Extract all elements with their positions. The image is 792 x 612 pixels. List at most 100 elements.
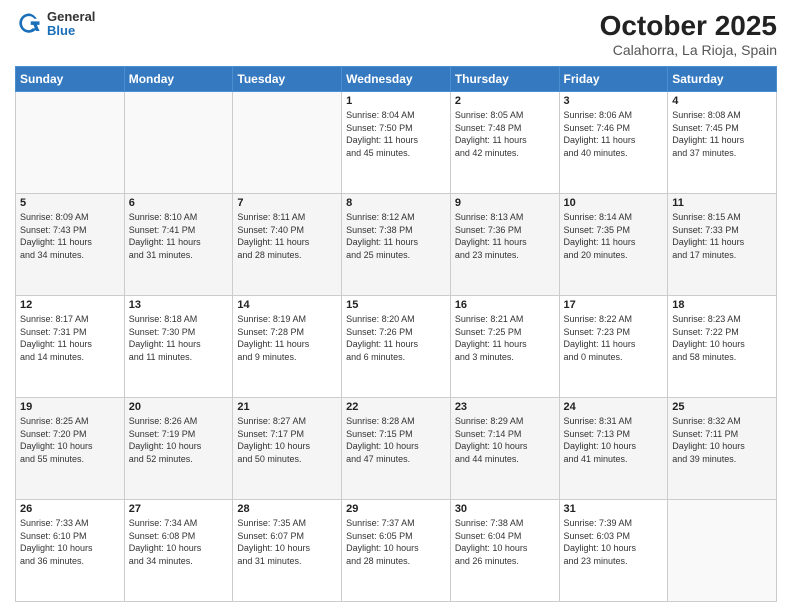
header-friday: Friday [559,67,668,92]
day-info: Sunrise: 8:09 AM Sunset: 7:43 PM Dayligh… [20,211,120,261]
calendar-location: Calahorra, La Rioja, Spain [600,42,777,58]
logo-blue-text: Blue [47,24,95,38]
day-info: Sunrise: 8:08 AM Sunset: 7:45 PM Dayligh… [672,109,772,159]
day-info: Sunrise: 8:11 AM Sunset: 7:40 PM Dayligh… [237,211,337,261]
day-info: Sunrise: 8:12 AM Sunset: 7:38 PM Dayligh… [346,211,446,261]
week-row-4: 19 Sunrise: 8:25 AM Sunset: 7:20 PM Dayli… [16,398,777,500]
cell-week5-day0: 26Sunrise: 7:33 AM Sunset: 6:10 PM Dayli… [16,500,125,602]
cell-week5-day4: 30 Sunrise: 7:38 AM Sunset: 6:04 PM Dayli… [450,500,559,602]
day-info: Sunrise: 7:38 AM Sunset: 6:04 PM Dayligh… [455,517,555,567]
title-block: October 2025 Calahorra, La Rioja, Spain [600,10,777,58]
cell-week3-day4: 16 Sunrise: 8:21 AM Sunset: 7:25 PM Dayli… [450,296,559,398]
day-info: Sunrise: 8:26 AM Sunset: 7:19 PM Dayligh… [129,415,229,465]
day-info: Sunrise: 8:15 AM Sunset: 7:33 PM Dayligh… [672,211,772,261]
cell-week3-day3: 15 Sunrise: 8:20 AM Sunset: 7:26 PM Dayli… [342,296,451,398]
week-row-1: 1Sunrise: 8:04 AM Sunset: 7:50 PM Daylig… [16,92,777,194]
day-info: Sunrise: 8:22 AM Sunset: 7:23 PM Dayligh… [564,313,664,363]
cell-week4-day1: 20 Sunrise: 8:26 AM Sunset: 7:19 PM Dayli… [124,398,233,500]
cell-week1-day3: 1Sunrise: 8:04 AM Sunset: 7:50 PM Daylig… [342,92,451,194]
cell-week1-day2 [233,92,342,194]
cell-week2-day3: 8Sunrise: 8:12 AM Sunset: 7:38 PM Daylig… [342,194,451,296]
day-info: Sunrise: 7:33 AM Sunset: 6:10 PM Dayligh… [20,517,120,567]
day-number: 22 [346,401,446,413]
day-number: 23 [455,401,555,413]
cell-week2-day2: 7Sunrise: 8:11 AM Sunset: 7:40 PM Daylig… [233,194,342,296]
cell-week1-day4: 2 Sunrise: 8:05 AM Sunset: 7:48 PM Daylig… [450,92,559,194]
cell-week1-day1 [124,92,233,194]
cell-week3-day6: 18 Sunrise: 8:23 AM Sunset: 7:22 PM Dayli… [668,296,777,398]
day-number: 16 [455,299,555,311]
day-info: Sunrise: 8:19 AM Sunset: 7:28 PM Dayligh… [237,313,337,363]
day-info: Sunrise: 8:20 AM Sunset: 7:26 PM Dayligh… [346,313,446,363]
day-number: 20 [129,401,229,413]
header-tuesday: Tuesday [233,67,342,92]
cell-week5-day2: 28Sunrise: 7:35 AM Sunset: 6:07 PM Dayli… [233,500,342,602]
day-number: 13 [129,299,229,311]
cell-week2-day6: 11 Sunrise: 8:15 AM Sunset: 7:33 PM Dayli… [668,194,777,296]
day-info: Sunrise: 8:10 AM Sunset: 7:41 PM Dayligh… [129,211,229,261]
day-info: Sunrise: 8:27 AM Sunset: 7:17 PM Dayligh… [237,415,337,465]
day-info: Sunrise: 8:25 AM Sunset: 7:20 PM Dayligh… [20,415,120,465]
day-number: 2 [455,95,555,107]
day-info: Sunrise: 8:23 AM Sunset: 7:22 PM Dayligh… [672,313,772,363]
day-info: Sunrise: 8:14 AM Sunset: 7:35 PM Dayligh… [564,211,664,261]
day-info: Sunrise: 8:06 AM Sunset: 7:46 PM Dayligh… [564,109,664,159]
day-number: 1 [346,95,446,107]
logo-general-text: General [47,10,95,24]
day-number: 10 [564,197,664,209]
logo-text: General Blue [47,10,95,39]
day-number: 3 [564,95,664,107]
day-number: 31 [564,503,664,515]
cell-week1-day6: 4Sunrise: 8:08 AM Sunset: 7:45 PM Daylig… [668,92,777,194]
cell-week4-day6: 25 Sunrise: 8:32 AM Sunset: 7:11 PM Dayli… [668,398,777,500]
week-row-3: 12 Sunrise: 8:17 AM Sunset: 7:31 PM Dayli… [16,296,777,398]
day-number: 19 [20,401,120,413]
cell-week2-day5: 10 Sunrise: 8:14 AM Sunset: 7:35 PM Dayli… [559,194,668,296]
cell-week4-day2: 21 Sunrise: 8:27 AM Sunset: 7:17 PM Dayli… [233,398,342,500]
day-info: Sunrise: 8:29 AM Sunset: 7:14 PM Dayligh… [455,415,555,465]
cell-week4-day4: 23 Sunrise: 8:29 AM Sunset: 7:14 PM Dayli… [450,398,559,500]
logo-icon [15,10,43,38]
day-info: Sunrise: 7:37 AM Sunset: 6:05 PM Dayligh… [346,517,446,567]
day-number: 15 [346,299,446,311]
cell-week5-day1: 27 Sunrise: 7:34 AM Sunset: 6:08 PM Dayli… [124,500,233,602]
day-number: 27 [129,503,229,515]
day-number: 12 [20,299,120,311]
header-saturday: Saturday [668,67,777,92]
day-number: 25 [672,401,772,413]
cell-week1-day5: 3 Sunrise: 8:06 AM Sunset: 7:46 PM Daylig… [559,92,668,194]
cell-week3-day1: 13 Sunrise: 8:18 AM Sunset: 7:30 PM Dayli… [124,296,233,398]
day-info: Sunrise: 7:34 AM Sunset: 6:08 PM Dayligh… [129,517,229,567]
header-monday: Monday [124,67,233,92]
logo: General Blue [15,10,95,39]
day-info: Sunrise: 8:18 AM Sunset: 7:30 PM Dayligh… [129,313,229,363]
day-number: 21 [237,401,337,413]
cell-week4-day0: 19 Sunrise: 8:25 AM Sunset: 7:20 PM Dayli… [16,398,125,500]
day-number: 14 [237,299,337,311]
cell-week5-day3: 29 Sunrise: 7:37 AM Sunset: 6:05 PM Dayli… [342,500,451,602]
cell-week5-day5: 31Sunrise: 7:39 AM Sunset: 6:03 PM Dayli… [559,500,668,602]
cell-week2-day0: 5 Sunrise: 8:09 AM Sunset: 7:43 PM Daylig… [16,194,125,296]
cell-week1-day0 [16,92,125,194]
day-number: 29 [346,503,446,515]
calendar-page: General Blue October 2025 Calahorra, La … [0,0,792,612]
day-number: 18 [672,299,772,311]
header-thursday: Thursday [450,67,559,92]
day-number: 9 [455,197,555,209]
day-info: Sunrise: 8:17 AM Sunset: 7:31 PM Dayligh… [20,313,120,363]
day-number: 11 [672,197,772,209]
day-number: 30 [455,503,555,515]
header-sunday: Sunday [16,67,125,92]
day-info: Sunrise: 8:31 AM Sunset: 7:13 PM Dayligh… [564,415,664,465]
cell-week2-day4: 9Sunrise: 8:13 AM Sunset: 7:36 PM Daylig… [450,194,559,296]
day-number: 24 [564,401,664,413]
cell-week2-day1: 6Sunrise: 8:10 AM Sunset: 7:41 PM Daylig… [124,194,233,296]
header-wednesday: Wednesday [342,67,451,92]
days-header-row: Sunday Monday Tuesday Wednesday Thursday… [16,67,777,92]
day-info: Sunrise: 8:21 AM Sunset: 7:25 PM Dayligh… [455,313,555,363]
day-number: 5 [20,197,120,209]
cell-week4-day5: 24 Sunrise: 8:31 AM Sunset: 7:13 PM Dayli… [559,398,668,500]
day-info: Sunrise: 8:32 AM Sunset: 7:11 PM Dayligh… [672,415,772,465]
calendar-body: 1Sunrise: 8:04 AM Sunset: 7:50 PM Daylig… [16,92,777,602]
day-info: Sunrise: 8:05 AM Sunset: 7:48 PM Dayligh… [455,109,555,159]
